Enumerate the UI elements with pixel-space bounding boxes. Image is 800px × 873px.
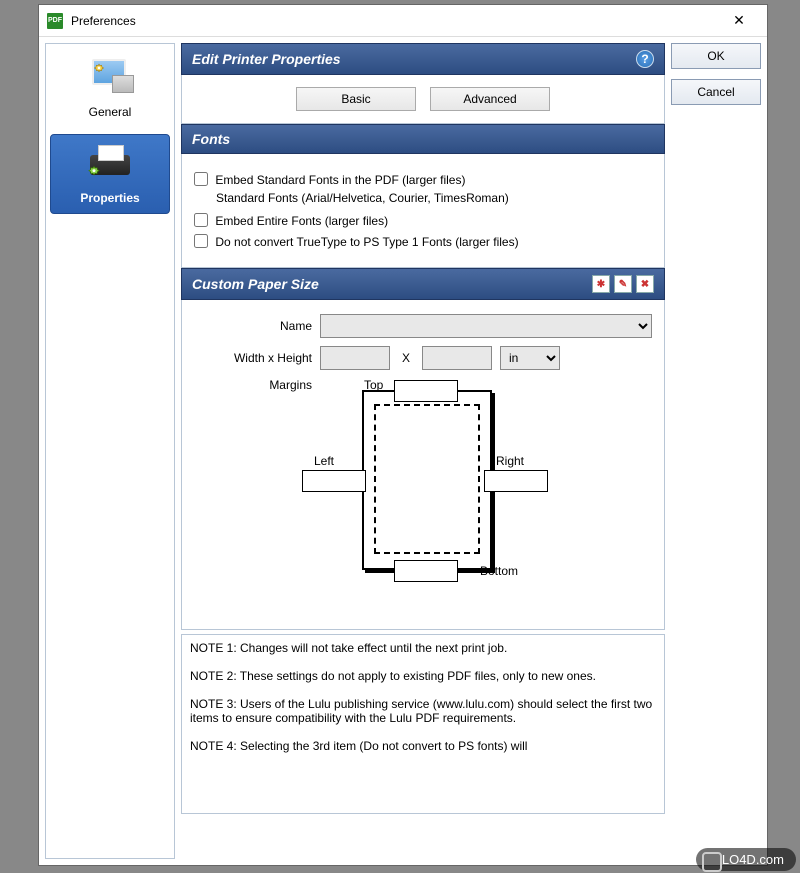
sidebar-item-properties[interactable]: Properties — [50, 134, 170, 214]
help-icon[interactable]: ? — [636, 50, 654, 68]
note-4: NOTE 4: Selecting the 3rd item (Do not c… — [190, 739, 656, 753]
width-input[interactable] — [320, 346, 390, 370]
tab-advanced[interactable]: Advanced — [430, 87, 550, 111]
watermark: LO4D.com — [696, 848, 796, 871]
pdf-app-icon: PDF — [47, 13, 63, 29]
unit-select[interactable]: in — [500, 346, 560, 370]
left-label: Left — [314, 454, 334, 468]
edit-paper-icon[interactable]: ✎ — [614, 275, 632, 293]
dialog-buttons: OK Cancel — [671, 43, 761, 859]
paper-panel: Name Width x Height X in Margins Top Bot… — [181, 300, 665, 630]
embed-standard-label: Embed Standard Fonts in the PDF (larger … — [215, 173, 465, 187]
header-edit-printer: Edit Printer Properties ? — [181, 43, 665, 75]
paper-heading: Custom Paper Size — [192, 276, 319, 292]
note-2: NOTE 2: These settings do not apply to e… — [190, 669, 656, 683]
no-convert-checkbox[interactable] — [194, 234, 208, 248]
margins-label: Margins — [194, 378, 312, 392]
notes-area[interactable]: NOTE 1: Changes will not take effect unt… — [181, 634, 665, 814]
embed-entire-row[interactable]: Embed Entire Fonts (larger files) — [194, 213, 652, 228]
new-paper-icon[interactable]: ✱ — [592, 275, 610, 293]
sidebar-item-general[interactable]: General — [50, 48, 170, 128]
note-1: NOTE 1: Changes will not take effect unt… — [190, 641, 656, 655]
wh-label: Width x Height — [194, 351, 312, 365]
paper-name-select[interactable] — [320, 314, 652, 338]
ok-button[interactable]: OK — [671, 43, 761, 69]
close-icon[interactable]: ✕ — [719, 9, 759, 33]
cancel-button[interactable]: Cancel — [671, 79, 761, 105]
header-paper: Custom Paper Size ✱ ✎ ✖ — [181, 268, 665, 300]
margin-bottom-input[interactable] — [394, 560, 458, 582]
no-convert-row[interactable]: Do not convert TrueType to PS Type 1 Fon… — [194, 234, 652, 249]
gear-icon — [92, 63, 106, 77]
name-label: Name — [194, 319, 312, 333]
fonts-heading: Fonts — [192, 131, 230, 147]
main-panel: Edit Printer Properties ? Basic Advanced… — [181, 43, 665, 859]
sidebar: General Properties — [45, 43, 175, 859]
embed-entire-label: Embed Entire Fonts (larger files) — [215, 214, 388, 228]
height-input[interactable] — [422, 346, 492, 370]
embed-standard-checkbox[interactable] — [194, 172, 208, 186]
tab-basic[interactable]: Basic — [296, 87, 416, 111]
gear-icon — [86, 165, 102, 181]
printer-icon — [86, 145, 134, 185]
margin-right-input[interactable] — [484, 470, 548, 492]
embed-standard-row[interactable]: Embed Standard Fonts in the PDF (larger … — [194, 172, 652, 187]
page-inner-dashed — [374, 404, 480, 554]
header-fonts: Fonts — [181, 124, 665, 154]
sidebar-item-label: General — [89, 105, 132, 119]
titlebar: PDF Preferences ✕ — [39, 5, 767, 37]
tab-row: Basic Advanced — [181, 75, 665, 124]
x-label: X — [402, 351, 410, 365]
window-title: Preferences — [71, 14, 136, 28]
header-title: Edit Printer Properties — [192, 51, 341, 67]
sidebar-item-label: Properties — [80, 191, 139, 205]
margins-area: Margins Top Bottom Left Right — [194, 378, 652, 608]
right-label: Right — [496, 454, 524, 468]
page-preview — [362, 390, 492, 570]
no-convert-label: Do not convert TrueType to PS Type 1 Fon… — [215, 235, 518, 249]
standard-fonts-note: Standard Fonts (Arial/Helvetica, Courier… — [216, 191, 652, 205]
margin-left-input[interactable] — [302, 470, 366, 492]
margin-top-input[interactable] — [394, 380, 458, 402]
embed-entire-checkbox[interactable] — [194, 213, 208, 227]
fonts-panel: Embed Standard Fonts in the PDF (larger … — [181, 154, 665, 268]
monitor-icon — [86, 59, 134, 99]
note-3: NOTE 3: Users of the Lulu publishing ser… — [190, 697, 656, 725]
preferences-window: PDF Preferences ✕ General Properties — [38, 4, 768, 866]
delete-paper-icon[interactable]: ✖ — [636, 275, 654, 293]
